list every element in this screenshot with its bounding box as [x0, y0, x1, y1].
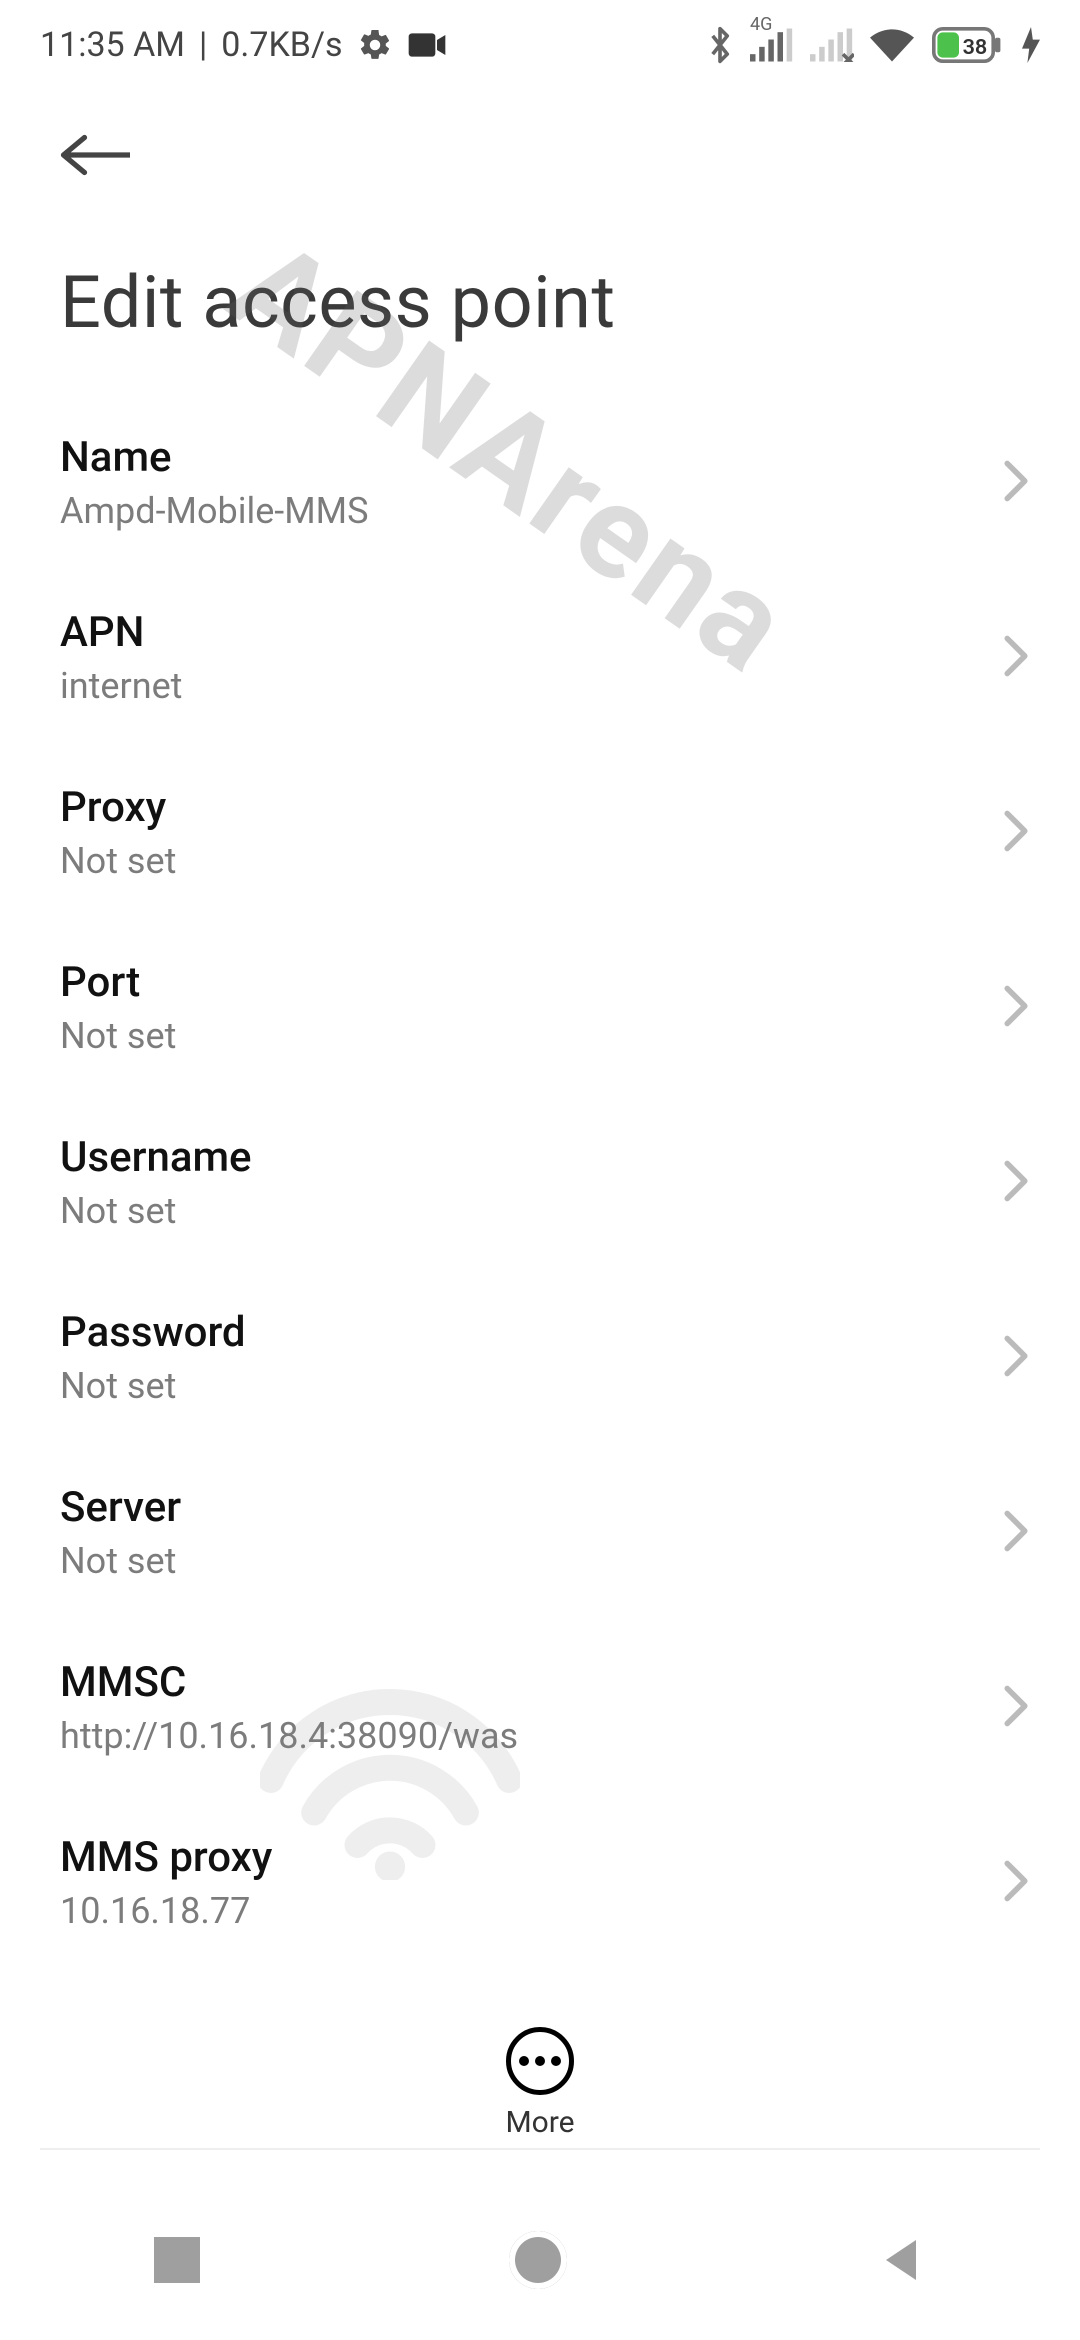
status-separator: | [199, 25, 207, 65]
item-value: Not set [60, 1015, 980, 1057]
item-apn[interactable]: APN internet [0, 570, 1080, 745]
chevron-right-icon [1002, 1684, 1030, 1732]
nav-home-button[interactable] [509, 2231, 567, 2289]
item-label: MMSC [60, 1658, 980, 1707]
item-label: Name [60, 433, 980, 482]
item-username[interactable]: Username Not set [0, 1095, 1080, 1270]
item-value: http://10.16.18.4:38090/was [60, 1715, 980, 1757]
nav-recents-button[interactable] [154, 2237, 200, 2283]
item-value: Not set [60, 1365, 980, 1407]
chevron-right-icon [1002, 1334, 1030, 1382]
item-port[interactable]: Port Not set [0, 920, 1080, 1095]
battery-icon: 38 [930, 27, 1006, 63]
gear-icon [357, 27, 393, 63]
chevron-right-icon [1002, 1159, 1030, 1207]
item-label: MMS proxy [60, 1833, 980, 1882]
system-nav-bar [0, 2180, 1080, 2340]
chevron-right-icon [1002, 634, 1030, 682]
charging-icon [1022, 27, 1040, 63]
signal-nosim-icon [810, 28, 854, 62]
item-label: APN [60, 608, 980, 657]
item-proxy[interactable]: Proxy Not set [0, 745, 1080, 920]
nav-back-button[interactable] [876, 2235, 926, 2285]
item-password[interactable]: Password Not set [0, 1270, 1080, 1445]
chevron-right-icon [1002, 1509, 1030, 1557]
svg-text:38: 38 [963, 35, 988, 60]
more-button[interactable]: More [505, 2027, 574, 2140]
camera-icon [407, 31, 447, 59]
item-server[interactable]: Server Not set [0, 1445, 1080, 1620]
chevron-right-icon [1002, 1859, 1030, 1907]
item-mmsc[interactable]: MMSC http://10.16.18.4:38090/was [0, 1620, 1080, 1795]
item-mms-proxy[interactable]: MMS proxy 10.16.18.77 [0, 1795, 1080, 1970]
back-button[interactable] [60, 130, 1040, 180]
item-value: internet [60, 665, 980, 707]
chevron-right-icon [1002, 984, 1030, 1032]
item-label: Port [60, 958, 980, 1007]
item-label: Password [60, 1308, 980, 1357]
bluetooth-icon [706, 25, 734, 65]
item-value: Ampd-Mobile-MMS [60, 490, 980, 532]
item-value: Not set [60, 1540, 980, 1582]
item-value: Not set [60, 840, 980, 882]
signal-4g-icon: 4G [750, 28, 794, 62]
item-label: Proxy [60, 783, 980, 832]
bottom-divider [40, 2148, 1040, 2150]
item-value: 10.16.18.77 [60, 1890, 980, 1932]
more-label: More [505, 2105, 574, 2140]
status-speed: 0.7KB/s [221, 25, 342, 65]
chevron-right-icon [1002, 459, 1030, 507]
item-name[interactable]: Name Ampd-Mobile-MMS [0, 395, 1080, 570]
item-label: Server [60, 1483, 980, 1532]
status-time: 11:35 AM [40, 25, 185, 65]
chevron-right-icon [1002, 809, 1030, 857]
item-value: Not set [60, 1190, 980, 1232]
settings-list: Name Ampd-Mobile-MMS APN internet Proxy … [0, 395, 1080, 1970]
wifi-icon [870, 28, 914, 62]
item-label: Username [60, 1133, 980, 1182]
page-title: Edit access point [0, 200, 1080, 395]
more-icon [506, 2027, 574, 2095]
status-bar: 11:35 AM | 0.7KB/s 4G 38 [0, 0, 1080, 90]
